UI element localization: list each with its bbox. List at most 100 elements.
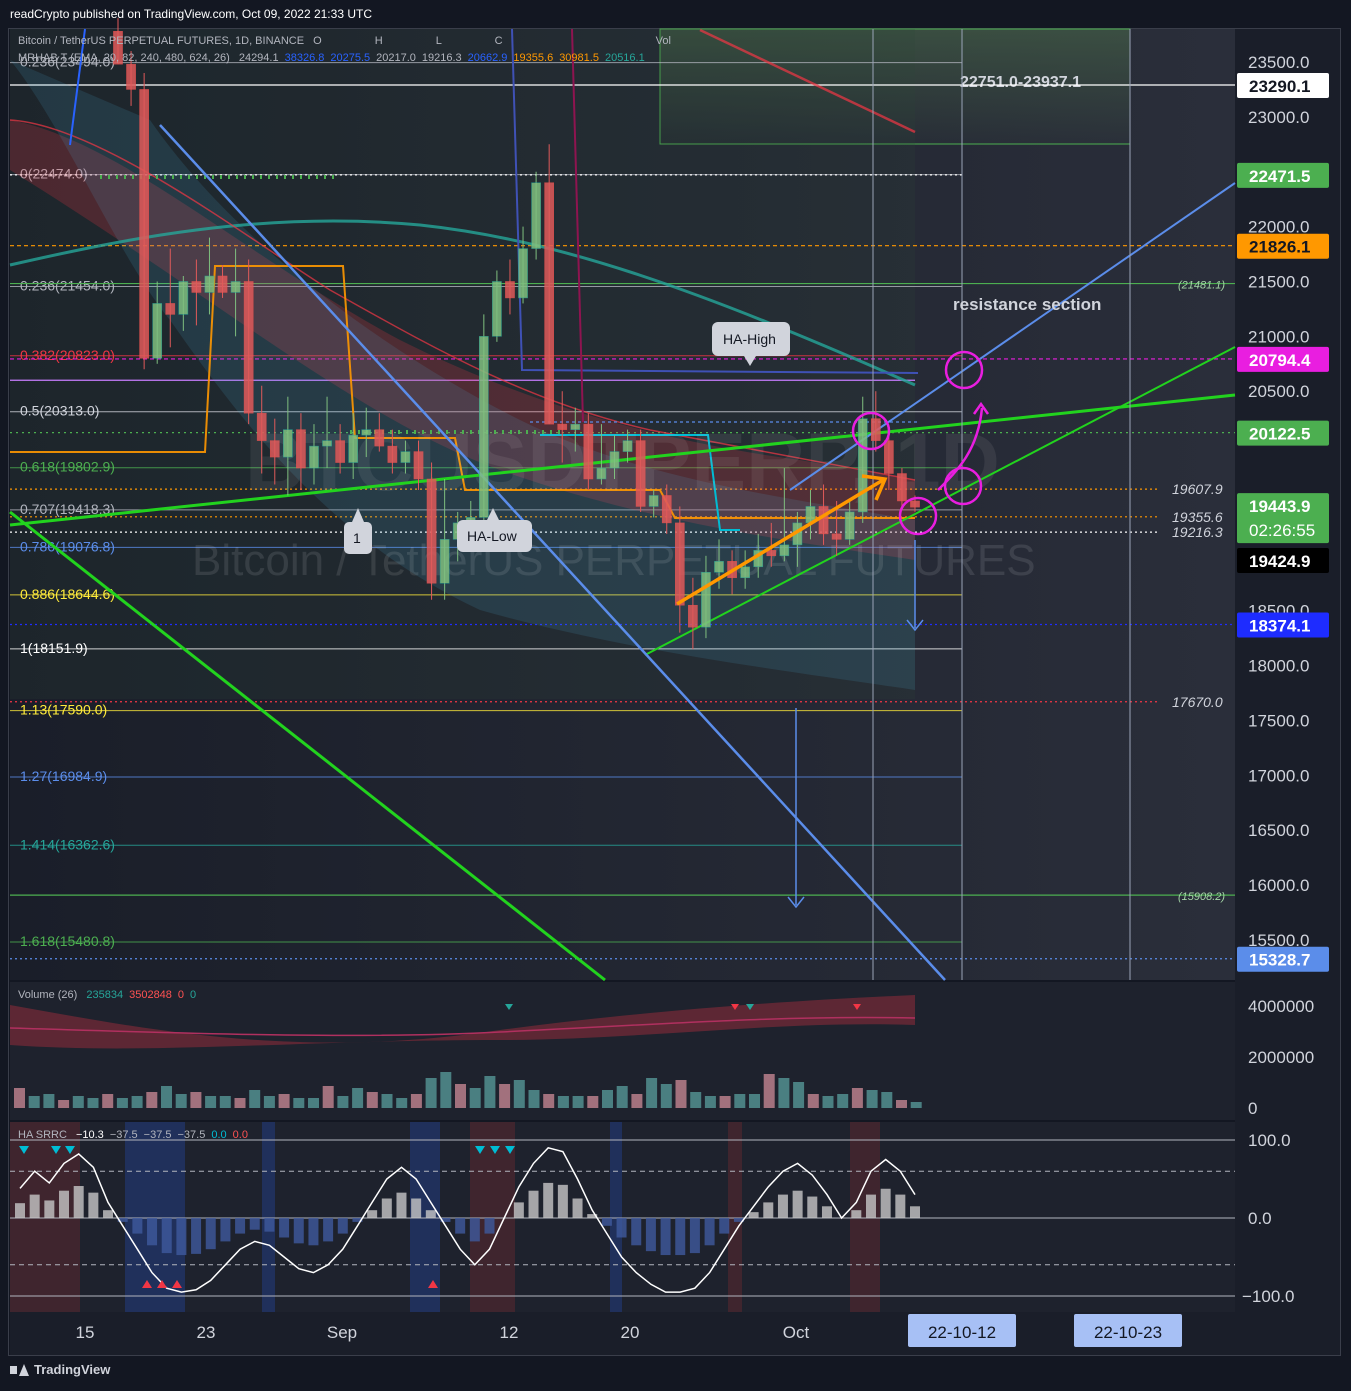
- volume-bar: [161, 1086, 172, 1108]
- volume-bar: [205, 1096, 217, 1108]
- srrc-bar: [293, 1218, 304, 1244]
- srrc-bar: [807, 1196, 818, 1218]
- candle-body: [870, 418, 881, 441]
- price-badge-text: 23290.1: [1249, 77, 1310, 96]
- srrc-bar: [132, 1218, 143, 1234]
- fib-label: 0.236(21454.0): [20, 278, 115, 294]
- srrc-bar: [411, 1198, 422, 1218]
- volume-bar: [837, 1094, 849, 1108]
- legend-volume-value: 3502848: [129, 989, 172, 1001]
- date-tag-text: 22-10-23: [1094, 1323, 1162, 1342]
- price-tick-label: 20500.0: [1248, 382, 1309, 401]
- volume-bar: [190, 1092, 202, 1108]
- volume-axis-label: 4000000: [1248, 997, 1314, 1016]
- volume-bar: [881, 1092, 893, 1108]
- volume-bar: [455, 1084, 466, 1108]
- srrc-bar: [279, 1218, 290, 1238]
- srrc-bar: [601, 1218, 612, 1226]
- watermark-name: Bitcoin / TetherUS PERPETUAL FUTURES: [192, 536, 1036, 585]
- candle-body: [857, 418, 868, 513]
- time-tick-label: Sep: [327, 1323, 357, 1342]
- srrc-bar: [572, 1198, 583, 1218]
- volume-bar: [28, 1096, 40, 1108]
- srrc-bar: [557, 1184, 568, 1218]
- time-tick-label: 12: [500, 1323, 519, 1342]
- fib-label: 0.382(20823.0): [20, 347, 115, 363]
- price-chart-svg[interactable]: 22751.0-23937.1 0.236(23494.0)0(22474.0)…: [0, 0, 1351, 1391]
- legend-volume-value: 0: [190, 989, 197, 1001]
- price-tick-label: 18000.0: [1248, 657, 1309, 676]
- legend-indicator-value: 20275.5: [330, 52, 371, 64]
- candle-body: [348, 434, 359, 463]
- volume-axis-label: 0: [1248, 1099, 1257, 1118]
- price-badge-text: 15328.7: [1249, 951, 1310, 970]
- candle-body: [217, 275, 228, 293]
- srrc-bar: [660, 1218, 671, 1256]
- legend-indicator-value: 20662.9: [467, 52, 508, 64]
- volume-bar: [866, 1090, 878, 1108]
- srrc-highlight-band: [610, 1122, 622, 1312]
- srrc-bar: [543, 1182, 554, 1218]
- srrc-bar: [425, 1210, 436, 1218]
- srrc-bar: [176, 1218, 187, 1256]
- volume-bar: [910, 1102, 922, 1108]
- side-level-label: 17670.0: [1172, 694, 1223, 710]
- volume-bar: [822, 1096, 834, 1108]
- candle-body: [322, 440, 332, 447]
- srrc-bar: [469, 1218, 480, 1242]
- resistance-label: resistance section: [953, 295, 1101, 314]
- candle-body: [701, 572, 711, 628]
- legend-high: H: [374, 35, 383, 47]
- legend-srrc-value: −10.3: [75, 1129, 104, 1141]
- price-tick-label: 17500.0: [1248, 711, 1309, 730]
- srrc-axis-label: −100.0: [1242, 1287, 1294, 1306]
- volume-bar: [675, 1080, 687, 1108]
- srrc-bar: [44, 1200, 55, 1218]
- ha-high-label: HA-High: [723, 331, 776, 347]
- volume-bar: [58, 1100, 70, 1108]
- volume-bar: [513, 1080, 525, 1108]
- srrc-bar: [235, 1218, 246, 1234]
- volume-bar: [543, 1094, 555, 1108]
- side-level-label: 19355.6: [1172, 509, 1223, 525]
- srrc-bar: [191, 1218, 202, 1254]
- srrc-bar: [645, 1218, 656, 1252]
- volume-bar: [293, 1098, 305, 1108]
- volume-bar: [146, 1092, 158, 1108]
- candle-body: [661, 495, 672, 524]
- legend-indicator: MRHAB T (EMA, 20, 82, 240, 480, 624, 26): [18, 52, 230, 64]
- srrc-bar: [763, 1202, 774, 1218]
- srrc-bar: [792, 1190, 803, 1218]
- legend-volume-value: 235834: [86, 989, 124, 1001]
- candle-body: [152, 303, 163, 359]
- srrc-bar: [308, 1218, 319, 1246]
- srrc-bar: [880, 1188, 891, 1218]
- volume-bar: [851, 1088, 863, 1108]
- side-level-label: (15908.2): [1178, 891, 1225, 903]
- srrc-pane: [10, 1122, 1235, 1312]
- srrc-bar: [704, 1218, 715, 1246]
- volume-bar: [116, 1098, 128, 1108]
- srrc-bar: [910, 1206, 920, 1218]
- srrc-bar: [367, 1210, 378, 1218]
- candle-body: [296, 429, 306, 469]
- zone-label: 22751.0-23937.1: [960, 74, 1081, 91]
- price-tick-label: 17000.0: [1248, 766, 1309, 785]
- date-tag-text: 22-10-12: [928, 1323, 996, 1342]
- candle-body: [557, 423, 568, 430]
- price-badge-text: 20794.4: [1249, 351, 1311, 370]
- srrc-axis-label: 100.0: [1248, 1131, 1291, 1150]
- legend-indicator-value: 20516.1: [604, 52, 645, 64]
- tradingview-footer[interactable]: TradingView: [10, 1362, 110, 1377]
- legend-symbol: Bitcoin / TetherUS PERPETUAL FUTURES, 1D…: [18, 35, 305, 47]
- candle-body: [570, 423, 581, 430]
- srrc-bar: [15, 1203, 25, 1218]
- srrc-bar: [616, 1218, 627, 1238]
- srrc-axis-label: 0.0: [1248, 1209, 1272, 1228]
- legend-srrc-value: −37.5: [177, 1129, 206, 1141]
- volume-bar: [557, 1096, 569, 1108]
- srrc-bar: [103, 1210, 114, 1218]
- volume-bar: [616, 1086, 628, 1108]
- candle-body: [844, 511, 855, 540]
- volume-bar: [631, 1094, 643, 1108]
